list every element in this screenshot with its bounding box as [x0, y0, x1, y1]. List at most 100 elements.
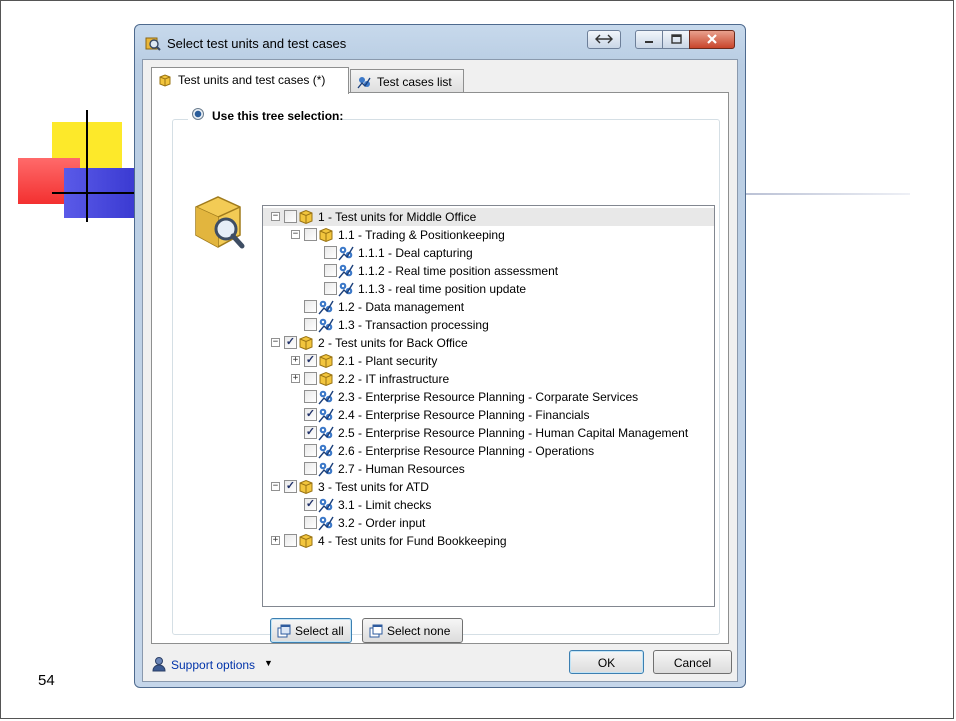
tree-node[interactable]: +4 - Test units for Fund Bookkeeping — [263, 532, 714, 550]
select-all-button[interactable]: Select all — [270, 618, 352, 643]
expand-icon[interactable]: + — [291, 374, 300, 383]
box-icon — [318, 227, 334, 243]
tab-test-cases-list[interactable]: Test cases list — [350, 69, 464, 93]
tree-node[interactable]: ✓ 2.5 - Enterprise Resource Planning - Hu… — [263, 424, 714, 442]
box-icon — [298, 533, 314, 549]
node-checkbox[interactable] — [284, 534, 297, 547]
dialog-client-area: Test units and test cases (*) Test cases… — [142, 59, 738, 682]
gear-people-icon — [357, 77, 371, 89]
expand-icon[interactable]: + — [271, 536, 280, 545]
close-icon — [707, 34, 717, 44]
node-checkbox[interactable] — [324, 282, 337, 295]
tree-node[interactable]: + ✓ 2.1 - Plant security — [263, 352, 714, 370]
node-checkbox[interactable] — [324, 264, 337, 277]
node-checkbox[interactable] — [304, 300, 317, 313]
resize-button[interactable] — [587, 30, 621, 49]
minimize-button[interactable] — [635, 30, 663, 49]
use-tree-selection-radio[interactable]: Use this tree selection: — [188, 106, 343, 124]
tree-node[interactable]: ✓ 3.1 - Limit checks — [263, 496, 714, 514]
collapse-icon[interactable]: − — [271, 212, 280, 221]
gear-people-icon — [318, 389, 334, 405]
tree-node-label: 1.1.3 - real time position update — [358, 282, 527, 296]
radio-label: Use this tree selection: — [212, 109, 344, 123]
select-window-icon — [277, 624, 291, 638]
tree-node-label: 1.1.1 - Deal capturing — [358, 246, 473, 260]
gear-people-icon — [338, 263, 354, 279]
node-checkbox[interactable] — [324, 246, 337, 259]
gear-people-icon — [318, 317, 334, 333]
tree-node-label: 2.6 - Enterprise Resource Planning - Ope… — [338, 444, 595, 458]
tab-label: Test units and test cases (*) — [178, 73, 326, 87]
tree-node-label: 2.4 - Enterprise Resource Planning - Fin… — [338, 408, 590, 422]
close-button[interactable] — [689, 30, 735, 49]
tree-node[interactable]: − ✓ 2 - Test units for Back Office — [263, 334, 714, 352]
maximize-button[interactable] — [662, 30, 690, 49]
test-unit-tree[interactable]: − 1 - Test units for Middle Office − 1.1 - … — [262, 205, 715, 607]
tree-node-label: 2.7 - Human Resources — [338, 462, 465, 476]
select-test-units-dialog: Select test units and test cases Test un… — [134, 24, 746, 688]
gear-people-icon — [318, 443, 334, 459]
radio-button-checked[interactable] — [192, 108, 204, 120]
tree-node-label: 2.3 - Enterprise Resource Planning - Cor… — [338, 390, 639, 404]
tree-node[interactable]: 1.2 - Data management — [263, 298, 714, 316]
tree-node[interactable]: 1.3 - Transaction processing — [263, 316, 714, 334]
tree-node-label: 1.3 - Transaction processing — [338, 318, 489, 332]
select-none-button[interactable]: Select none — [362, 618, 463, 643]
node-checkbox[interactable] — [304, 444, 317, 457]
tree-node[interactable]: 2.7 - Human Resources — [263, 460, 714, 478]
button-label: Cancel — [673, 656, 712, 670]
decor-horizontal-line — [52, 192, 136, 194]
double-arrow-icon — [595, 34, 613, 44]
node-checkbox[interactable]: ✓ — [304, 354, 317, 367]
node-checkbox[interactable]: ✓ — [304, 408, 317, 421]
node-checkbox[interactable]: ✓ — [304, 426, 317, 439]
tree-node-label: 3 - Test units for ATD — [318, 480, 429, 494]
node-checkbox[interactable] — [304, 228, 317, 241]
tree-node[interactable]: 2.3 - Enterprise Resource Planning - Cor… — [263, 388, 714, 406]
node-checkbox[interactable] — [304, 462, 317, 475]
tree-node-label: 1.2 - Data management — [338, 300, 465, 314]
box-icon — [159, 74, 171, 87]
tree-node-label: 3.2 - Order input — [338, 516, 426, 530]
tree-node[interactable]: 1.1.1 - Deal capturing — [263, 244, 714, 262]
ok-button[interactable]: OK — [569, 650, 644, 674]
box-icon — [298, 335, 314, 351]
tree-node[interactable]: − 1 - Test units for Middle Office — [263, 208, 714, 226]
expand-icon[interactable]: + — [291, 356, 300, 365]
tree-node[interactable]: +2.2 - IT infrastructure — [263, 370, 714, 388]
tab-test-units-and-test-cases[interactable]: Test units and test cases (*) — [151, 67, 349, 94]
tree-node[interactable]: 2.6 - Enterprise Resource Planning - Ope… — [263, 442, 714, 460]
collapse-icon[interactable]: − — [271, 338, 280, 347]
tree-node[interactable]: ✓ 2.4 - Enterprise Resource Planning - Fi… — [263, 406, 714, 424]
gear-people-icon — [318, 497, 334, 513]
cancel-button[interactable]: Cancel — [653, 650, 732, 674]
dialog-title: Select test units and test cases — [167, 36, 347, 51]
node-checkbox[interactable] — [304, 318, 317, 331]
tree-node[interactable]: 3.2 - Order input — [263, 514, 714, 532]
tree-node[interactable]: − 1.1 - Trading & Positionkeeping — [263, 226, 714, 244]
node-checkbox[interactable]: ✓ — [284, 480, 297, 493]
gear-people-icon — [338, 245, 354, 261]
collapse-icon[interactable]: − — [291, 230, 300, 239]
box-magnifier-icon — [195, 196, 245, 249]
gear-people-icon — [318, 299, 334, 315]
node-checkbox[interactable]: ✓ — [284, 336, 297, 349]
gear-people-icon — [318, 407, 334, 423]
maximize-icon — [671, 34, 682, 44]
node-checkbox[interactable] — [284, 210, 297, 223]
box-icon — [318, 371, 334, 387]
tree-node[interactable]: − ✓ 3 - Test units for ATD — [263, 478, 714, 496]
title-bar[interactable]: Select test units and test cases — [135, 25, 745, 59]
node-checkbox[interactable] — [304, 372, 317, 385]
node-checkbox[interactable] — [304, 516, 317, 529]
node-checkbox[interactable] — [304, 390, 317, 403]
tree-node-label: 2.5 - Enterprise Resource Planning - Hum… — [338, 426, 689, 440]
tree-node[interactable]: 1.1.2 - Real time position assessment — [263, 262, 714, 280]
select-window-icon — [369, 624, 383, 638]
button-label: Select none — [387, 624, 451, 638]
box-icon — [298, 209, 314, 225]
tree-node[interactable]: 1.1.3 - real time position update — [263, 280, 714, 298]
node-checkbox[interactable]: ✓ — [304, 498, 317, 511]
gear-people-icon — [318, 461, 334, 477]
collapse-icon[interactable]: − — [271, 482, 280, 491]
